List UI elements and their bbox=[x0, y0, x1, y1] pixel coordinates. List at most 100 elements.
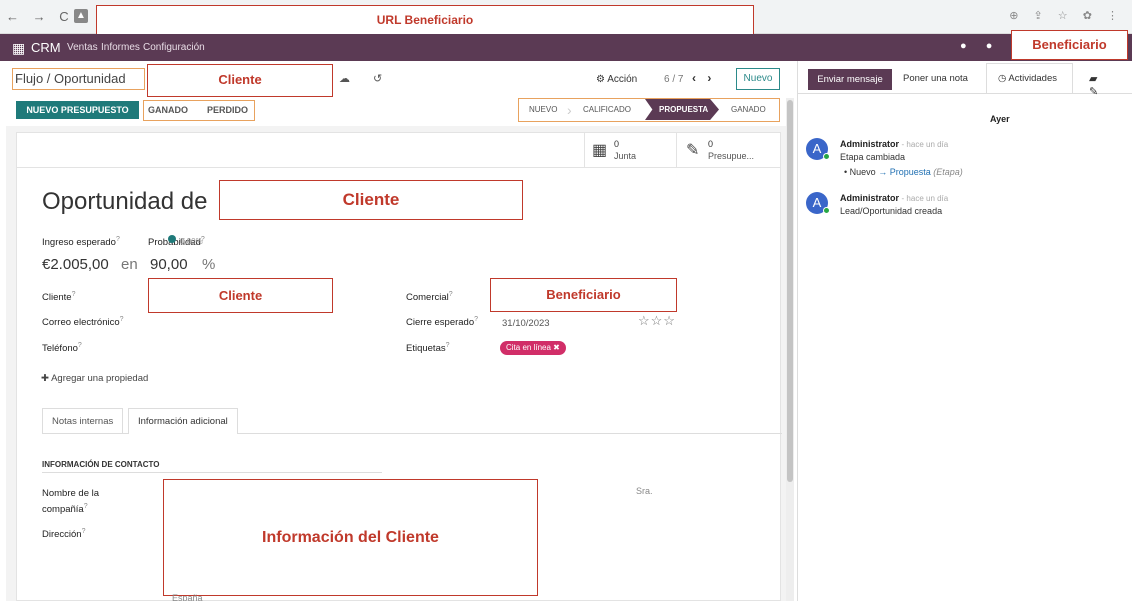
salesperson-label: Comercial? bbox=[406, 291, 453, 304]
tag-badge[interactable]: Cita en línea ✖ bbox=[500, 341, 566, 355]
tab-extra-info[interactable]: Información adicional bbox=[128, 408, 238, 434]
arrow-right-icon: → bbox=[878, 167, 888, 177]
send-message-button[interactable]: Enviar mensaje bbox=[808, 69, 892, 90]
action-menu-label: Acción bbox=[607, 74, 638, 85]
message-text: Lead/Oportunidad creada bbox=[840, 206, 943, 216]
date-separator: Ayer bbox=[990, 114, 1010, 124]
online-status-icon bbox=[823, 207, 830, 214]
pager-value: 6 / 7 bbox=[664, 74, 684, 85]
add-property-button[interactable]: ✚ Agregar una propiedad bbox=[41, 373, 148, 384]
attachment-follow-icons[interactable]: ▰ ✎ bbox=[1089, 72, 1132, 98]
meetings-label: Junta bbox=[614, 151, 637, 161]
company-name-label-line2: compañía? bbox=[42, 503, 88, 516]
contact-info-heading: INFORMACIÓN DE CONTACTO bbox=[42, 460, 382, 473]
app-name[interactable]: CRM bbox=[31, 40, 61, 55]
expected-revenue-label-text: Ingreso esperado bbox=[42, 237, 116, 249]
new-quotation-button[interactable]: NUEVO PRESUPUESTO bbox=[16, 101, 139, 119]
tags-label: Etiquetas? bbox=[406, 342, 450, 355]
customer-label: Cliente? bbox=[42, 291, 76, 304]
company-name-label-line1: Nombre de la bbox=[42, 488, 100, 499]
main-navbar: ▦ CRM Ventas Informes Configuración ● ● bbox=[0, 34, 1132, 61]
cliente-annotation-title: Cliente bbox=[219, 180, 523, 220]
expected-close-value[interactable]: 31/10/2023 bbox=[502, 318, 550, 329]
salesperson-label-text: Comercial bbox=[406, 292, 449, 304]
browser-extension-icons[interactable]: ⊕ ⇪ ☆ ✿ ⋮ bbox=[1009, 9, 1124, 22]
message-time: - hace un día bbox=[901, 140, 949, 149]
stage-statusbar: NUEVO › CALIFICADO PROPUESTA GANADO bbox=[518, 98, 780, 122]
tracking-new: Propuesta bbox=[889, 167, 931, 177]
expected-revenue-label: Ingreso esperado? bbox=[42, 236, 120, 249]
revenue-currency-in: en bbox=[121, 256, 138, 273]
systray-icons[interactable]: ● ● bbox=[960, 40, 1000, 52]
contact-title-value[interactable]: Sra. bbox=[636, 486, 653, 496]
cliente-annotation-breadcrumb: Cliente bbox=[147, 64, 333, 97]
save-discard-icons[interactable]: ☁ ↺ bbox=[339, 72, 392, 85]
message-time: - hace un día bbox=[901, 194, 949, 203]
online-status-icon bbox=[823, 153, 830, 160]
add-property-label: Agregar una propiedad bbox=[51, 373, 149, 384]
quotations-label: Presupue... bbox=[708, 151, 755, 161]
email-label-text: Correo electrónico bbox=[42, 317, 120, 329]
browser-toolbar: ← → C ▲ URL Beneficiario ⊕ ⇪ ☆ ✿ ⋮ bbox=[0, 0, 1132, 35]
meetings-count: 0 bbox=[614, 139, 620, 149]
probability-value[interactable]: 90,00 bbox=[150, 256, 188, 273]
lost-button[interactable]: PERDIDO bbox=[207, 105, 248, 115]
address-label: Dirección? bbox=[42, 528, 86, 541]
beneficiario-annotation-top: Beneficiario bbox=[1011, 30, 1128, 60]
won-button[interactable]: GANADO bbox=[148, 105, 188, 115]
phone-label-text: Teléfono bbox=[42, 343, 78, 355]
message-author[interactable]: Administrator - hace un día bbox=[840, 193, 948, 203]
breadcrumb[interactable]: Flujo / Oportunidad bbox=[12, 68, 145, 90]
stage-calificado[interactable]: CALIFICADO bbox=[583, 105, 631, 114]
menu-configuracion[interactable]: Configuración bbox=[143, 42, 205, 53]
form-scrollbar-thumb[interactable] bbox=[787, 100, 793, 482]
tag-label: Cita en línea bbox=[506, 343, 551, 352]
tab-internal-notes[interactable]: Notas internas bbox=[42, 408, 124, 434]
tracking-value: • Nuevo → Propuesta (Etapa) bbox=[844, 167, 963, 177]
site-info-icon[interactable]: ▲ bbox=[74, 9, 88, 23]
tracking-field: (Etapa) bbox=[933, 167, 963, 177]
cliente-annotation-field: Cliente bbox=[148, 278, 333, 313]
url-annotation: URL Beneficiario bbox=[376, 13, 474, 27]
action-menu[interactable]: ⚙ Acción bbox=[596, 74, 637, 85]
expected-close-label: Cierre esperado? bbox=[406, 316, 479, 329]
menu-ventas[interactable]: Ventas bbox=[67, 42, 98, 53]
email-label: Correo electrónico? bbox=[42, 316, 124, 329]
customer-label-text: Cliente bbox=[42, 292, 72, 304]
menu-informes[interactable]: Informes bbox=[101, 42, 140, 53]
address-bar[interactable]: URL Beneficiario bbox=[96, 5, 754, 35]
beneficiario-annotation-field: Beneficiario bbox=[490, 278, 677, 312]
informacion-cliente-annotation: Información del Cliente bbox=[163, 479, 538, 596]
stage-nuevo[interactable]: NUEVO bbox=[529, 105, 557, 114]
tags-label-text: Etiquetas bbox=[406, 343, 446, 355]
tracking-old: Nuevo bbox=[849, 167, 876, 177]
address-label-text: Dirección bbox=[42, 529, 82, 541]
message-author[interactable]: Administrator - hace un día bbox=[840, 139, 948, 149]
message-author-name: Administrator bbox=[840, 139, 900, 149]
expected-revenue-value[interactable]: €2.005,00 bbox=[42, 256, 109, 273]
company-name-label-text: compañía bbox=[42, 504, 84, 516]
country-value[interactable]: España bbox=[172, 593, 203, 601]
opportunity-title[interactable]: Oportunidad de bbox=[42, 188, 207, 216]
message-author-name: Administrator bbox=[840, 193, 900, 203]
message-text: Etapa cambiada bbox=[840, 152, 906, 162]
priority-stars-icon[interactable]: ☆☆☆ bbox=[638, 313, 676, 329]
edit-icon: ✎ bbox=[686, 142, 700, 159]
calendar-icon: ▦ bbox=[592, 142, 608, 159]
phone-label: Teléfono? bbox=[42, 342, 82, 355]
apps-menu-icon[interactable]: ▦ bbox=[12, 40, 25, 57]
stage-propuesta[interactable]: PROPUESTA bbox=[659, 105, 708, 114]
browser-nav-icons[interactable]: ← → C bbox=[6, 9, 74, 24]
won-lost-group: GANADO PERDIDO bbox=[143, 100, 255, 121]
probability-auto-value: 0,00% bbox=[180, 237, 203, 246]
pager-arrows-icon[interactable]: ‹ › bbox=[692, 71, 715, 85]
stage-ganado[interactable]: GANADO bbox=[731, 105, 766, 114]
activities-label: Actividades bbox=[1008, 73, 1057, 84]
gear-icon[interactable] bbox=[168, 235, 176, 243]
log-note-button[interactable]: Poner una nota bbox=[903, 73, 968, 84]
new-button[interactable]: Nuevo bbox=[736, 68, 780, 90]
quotations-count: 0 bbox=[708, 139, 714, 149]
stage-chevron-icon: › bbox=[567, 102, 572, 118]
expected-close-label-text: Cierre esperado bbox=[406, 317, 475, 329]
activities-button[interactable]: ◷ Actividades bbox=[998, 73, 1057, 84]
